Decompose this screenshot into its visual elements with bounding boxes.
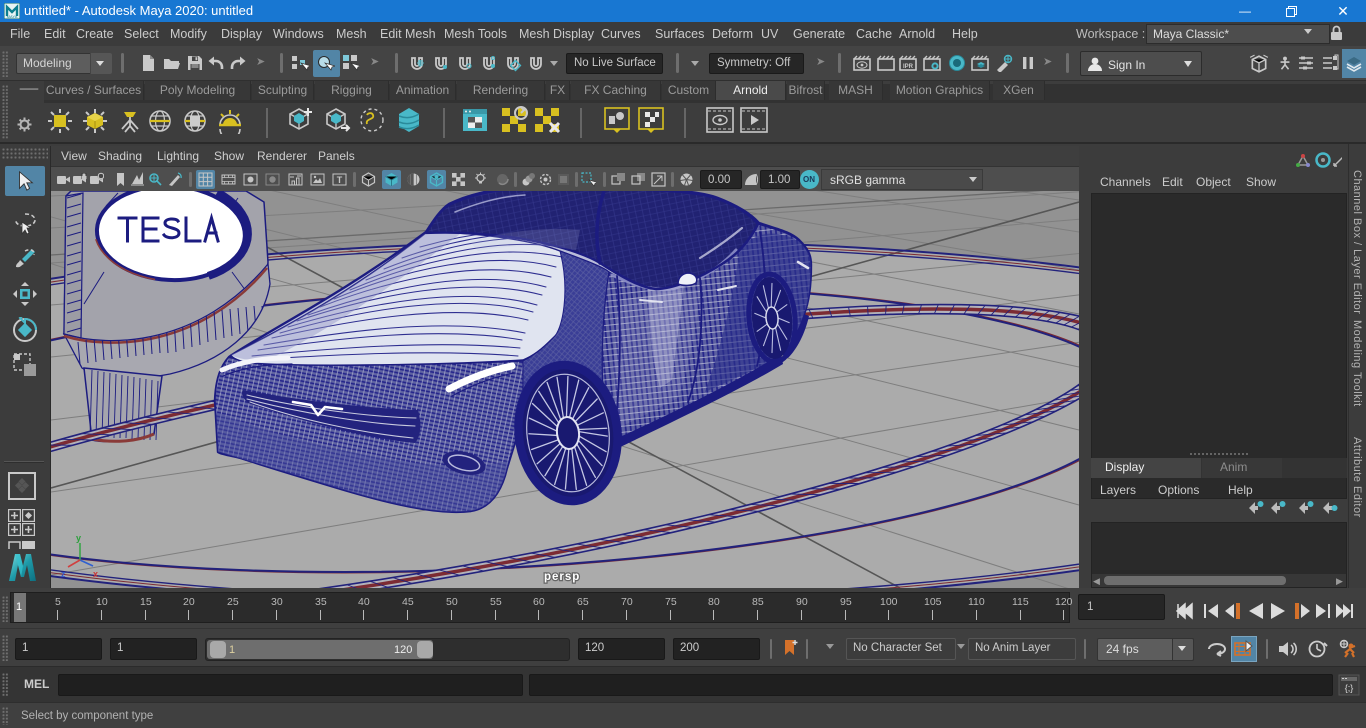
svg-text:x: x [93,569,98,579]
svg-text:T: T [337,175,343,185]
svg-text:z: z [61,569,66,579]
svg-text:IPR: IPR [903,64,914,70]
svg-text:persp: persp [544,571,580,583]
svg-text:MAYA: MAYA [7,14,18,19]
svg-text:y: y [76,533,81,543]
svg-text:{;}: {;} [1345,683,1354,693]
